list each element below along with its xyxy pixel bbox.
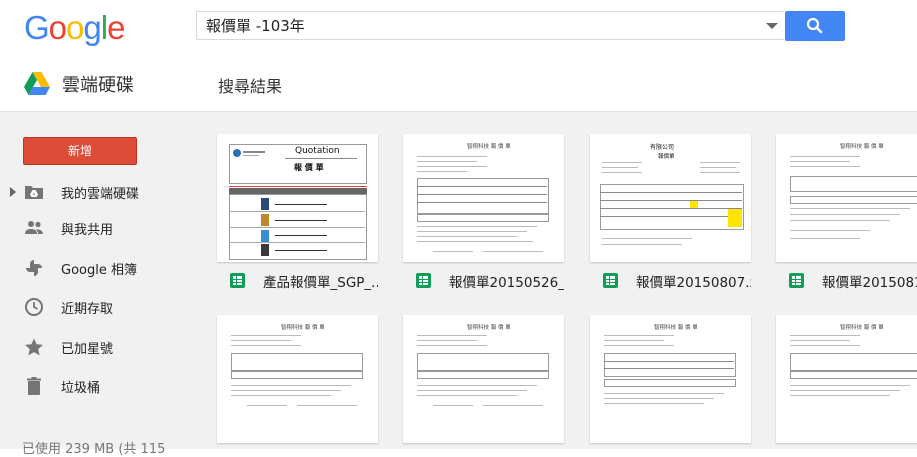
sidebar-item-shared[interactable]: 與我共用 — [0, 210, 192, 246]
sidebar-item-label: 與我共用 — [61, 223, 114, 238]
logo-letter: o — [48, 9, 67, 46]
file-card[interactable]: 智翔科技 報 價 單 報價單20150526_... — [403, 134, 564, 291]
thumb-subtitle: 報 價 單 — [294, 163, 324, 172]
trash-icon — [27, 377, 41, 395]
clock-icon — [25, 298, 43, 316]
thumb-subtitle: 報價單 — [658, 154, 675, 160]
app-bar: 雲端硬碟 搜尋結果 — [0, 56, 917, 112]
file-name-row[interactable]: 報價單20150526_... — [403, 262, 564, 292]
file-name-row[interactable]: 產品報價單_SGP_... — [217, 262, 378, 292]
breadcrumb: 搜尋結果 — [218, 77, 283, 96]
logo-letter: e — [107, 9, 125, 46]
sidebar-item-google-photos[interactable]: Google 相簿 — [0, 250, 192, 286]
file-card[interactable]: 智翔科技 報 價 單 — [217, 315, 378, 445]
star-icon — [25, 338, 43, 356]
thumb-title: 有限公司 — [650, 144, 675, 151]
file-card[interactable]: 智翔科技 報 價 單 報價單20150818 — [776, 134, 917, 291]
thumb-title: Quotation — [295, 146, 340, 156]
thumb-title: 智翔科技 報 價 單 — [840, 144, 884, 150]
phone-image-icon — [261, 198, 269, 210]
logo-letter: g — [83, 9, 101, 46]
file-thumbnail[interactable]: Quotation 報 價 單 — [217, 134, 378, 262]
search-box[interactable] — [196, 11, 784, 40]
top-bar: Google — [0, 0, 917, 56]
thumb-title: 智翔科技 報 價 單 — [281, 325, 325, 331]
file-card[interactable]: 有限公司 報價單 報價單20150807.x... — [590, 134, 751, 291]
file-card[interactable]: 智翔科技 報 價 單 — [776, 315, 917, 445]
people-icon — [25, 221, 43, 234]
sheets-icon — [416, 273, 431, 288]
file-card[interactable]: 智翔科技 報 價 單 — [590, 315, 751, 445]
thumb-title: 智翔科技 報 價 單 — [654, 325, 698, 331]
thumb-title: 智翔科技 報 價 單 — [467, 325, 511, 331]
sidebar-item-my-drive[interactable]: 我的雲端硬碟 — [0, 174, 192, 210]
sidebar-item-label: 我的雲端硬碟 — [61, 187, 140, 202]
sidebar-item-label: Google 相簿 — [61, 263, 137, 278]
phone-image-icon — [261, 230, 269, 242]
search-options-icon[interactable] — [766, 23, 778, 29]
pinwheel-icon — [26, 260, 42, 276]
phone-image-icon — [261, 244, 269, 256]
file-thumbnail[interactable]: 智翔科技 報 價 單 — [217, 315, 378, 443]
phone-image-icon — [261, 214, 269, 226]
file-card[interactable]: Quotation 報 價 單 產品報價單_SGP_... — [217, 134, 378, 291]
search-input[interactable] — [197, 12, 756, 39]
sidebar-item-recent[interactable]: 近期存取 — [0, 289, 192, 325]
file-name-row[interactable]: 報價單20150818 — [776, 262, 917, 292]
file-name: 報價單20150818 — [822, 275, 917, 291]
google-logo[interactable]: Google — [24, 9, 125, 47]
logo-letter: o — [66, 9, 84, 46]
file-thumbnail[interactable]: 智翔科技 報 價 單 — [776, 134, 917, 262]
search-icon — [806, 17, 823, 34]
file-name: 報價單20150526_... — [449, 275, 564, 291]
file-thumbnail[interactable]: 有限公司 報價單 — [590, 134, 751, 262]
app-name[interactable]: 雲端硬碟 — [62, 71, 134, 97]
file-thumbnail[interactable]: 智翔科技 報 價 單 — [403, 315, 564, 443]
search-button[interactable] — [785, 11, 845, 41]
file-card[interactable]: 智翔科技 報 價 單 — [403, 315, 564, 445]
sheets-icon — [789, 273, 804, 288]
sidebar-item-starred[interactable]: 已加星號 — [0, 329, 192, 365]
thumb-title: 智翔科技 報 價 單 — [467, 144, 511, 150]
sidebar-item-label: 已加星號 — [61, 342, 114, 357]
new-button[interactable]: 新增 — [23, 137, 137, 165]
thumb-title: 智翔科技 報 價 單 — [840, 325, 884, 331]
file-name: 產品報價單_SGP_... — [263, 275, 378, 291]
drive-folder-icon — [25, 186, 43, 199]
sidebar: 新增 我的雲端硬碟 與我共用 Google 相簿 近期存取 已加星號 垃圾桶 已… — [0, 112, 192, 457]
file-thumbnail[interactable]: 智翔科技 報 價 單 — [590, 315, 751, 443]
sheets-icon — [230, 273, 245, 288]
logo-letter: G — [24, 9, 50, 46]
sidebar-item-label: 近期存取 — [61, 302, 114, 317]
file-name-row[interactable]: 報價單20150807.x... — [590, 262, 751, 292]
expand-arrow-icon[interactable] — [10, 187, 16, 197]
sidebar-item-label: 垃圾桶 — [61, 381, 101, 396]
drive-logo-icon[interactable] — [24, 72, 50, 95]
file-thumbnail[interactable]: 智翔科技 報 價 單 — [403, 134, 564, 262]
file-thumbnail[interactable]: 智翔科技 報 價 單 — [776, 315, 917, 443]
sidebar-item-trash[interactable]: 垃圾桶 — [0, 368, 192, 404]
sheets-icon — [603, 273, 618, 288]
file-grid: Quotation 報 價 單 產品報價單_SGP_... 智翔科技 報 價 單 — [192, 112, 917, 449]
storage-usage[interactable]: 已使用 239 MB (共 115 — [22, 438, 165, 457]
company-logo-icon — [229, 144, 269, 162]
file-name: 報價單20150807.x... — [636, 275, 751, 291]
